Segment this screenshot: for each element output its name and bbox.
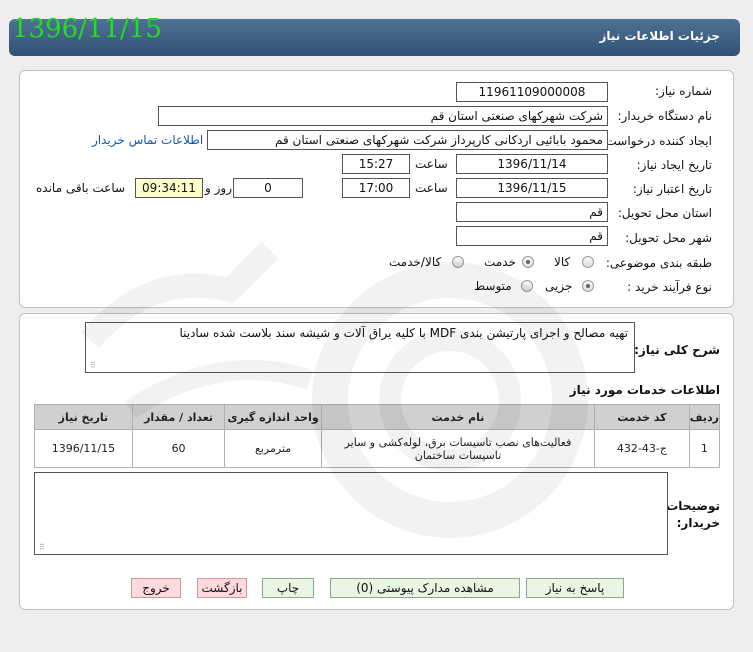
remaining-days-field: 0	[233, 178, 303, 198]
buyer-notes-textarea[interactable]: ⠿	[34, 472, 668, 555]
resize-grip-icon[interactable]: ⠿	[90, 361, 96, 370]
validity-time-label: ساعت	[415, 181, 448, 195]
created-time-field: 15:27	[342, 154, 410, 174]
col-need-date: تاریخ نیاز	[34, 404, 133, 430]
services-title: اطلاعات خدمات مورد نیاز	[569, 383, 720, 397]
category-both-label: کالا/خدمت	[389, 255, 442, 269]
days-label: روز و	[205, 181, 232, 195]
summary-label: شرح کلی نیاز:	[634, 343, 720, 357]
buyer-org-label: نام دستگاه خریدار:	[617, 109, 713, 123]
requester-label: ایجاد کننده درخواست:	[601, 134, 712, 148]
requester-field: محمود بابائیی اردکانی کارپرداز شرکت شهرک…	[207, 130, 608, 150]
created-date-field: 1396/11/14	[456, 154, 608, 174]
category-service-radio[interactable]	[522, 256, 534, 268]
process-medium-radio[interactable]	[521, 280, 533, 292]
process-minor-radio[interactable]	[582, 280, 594, 292]
cell-unit: مترمربع	[224, 429, 322, 468]
services-table: ردیف کد خدمت نام خدمت واحد اندازه گیری ت…	[34, 404, 721, 468]
created-date-label: تاریخ ایجاد نیاز:	[636, 158, 712, 172]
col-service-code: کد خدمت	[594, 404, 690, 430]
view-attachments-button[interactable]: مشاهده مدارک پیوستی (0)	[330, 578, 520, 598]
province-label: استان محل تحویل:	[617, 206, 712, 220]
remaining-label: ساعت باقی مانده	[36, 181, 126, 195]
buyer-org-field: شرکت شهرکهای صنعتی استان قم	[158, 106, 608, 126]
process-medium-label: متوسط	[474, 279, 512, 293]
category-label: طبقه بندی موضوعی:	[605, 256, 712, 270]
col-unit: واحد اندازه گیری	[224, 404, 322, 430]
process-label: نوع فرآیند خرید :	[627, 280, 712, 294]
validity-date-label: تاریخ اعتبار نیاز:	[632, 182, 712, 196]
exit-button[interactable]: خروج	[131, 578, 181, 598]
category-both-radio[interactable]	[452, 256, 464, 268]
cell-service-code: ج-43-432	[594, 429, 690, 468]
print-button[interactable]: چاپ	[262, 578, 314, 598]
services-header-row: ردیف کد خدمت نام خدمت واحد اندازه گیری ت…	[34, 404, 721, 430]
col-row: ردیف	[688, 404, 721, 430]
process-minor-label: جزیی	[545, 279, 573, 293]
category-goods-radio[interactable]	[582, 256, 594, 268]
category-goods-label: کالا	[554, 255, 571, 269]
date-stamp: 1396/11/15	[12, 14, 162, 44]
col-service-name: نام خدمت	[320, 404, 596, 430]
summary-text: تهیه مصالح و اجرای پارتیشن بندی MDF با ک…	[179, 326, 628, 340]
cell-row: 1	[688, 429, 721, 468]
reply-button[interactable]: پاسخ به نیاز	[526, 578, 624, 598]
category-service-label: خدمت	[484, 255, 516, 269]
back-button[interactable]: بازگشت	[197, 578, 247, 598]
cell-service-name: فعالیت‌های نصب تاسیسات برق، لوله‌کشی و س…	[320, 429, 596, 468]
buyer-notes-label: توضیحات خریدار:	[666, 499, 720, 530]
resize-grip-icon[interactable]: ⠿	[39, 543, 45, 552]
validity-date-field: 1396/11/15	[456, 178, 608, 198]
city-field: قم	[456, 226, 608, 246]
cell-need-date: 1396/11/15	[34, 429, 133, 468]
col-quantity: تعداد / مقدار	[131, 404, 226, 430]
city-label: شهر محل تحویل:	[625, 231, 712, 245]
need-number-field: 11961109000008	[456, 82, 608, 102]
page-title: جزئیات اطلاعات نیاز	[599, 29, 720, 43]
created-time-label: ساعت	[415, 157, 448, 171]
remaining-time-field: 09:34:11	[135, 178, 203, 198]
summary-textarea[interactable]: تهیه مصالح و اجرای پارتیشن بندی MDF با ک…	[85, 322, 635, 373]
validity-time-field: 17:00	[342, 178, 410, 198]
buyer-contact-link[interactable]: اطلاعات تماس خریدار	[92, 133, 203, 147]
cell-quantity: 60	[131, 429, 226, 468]
province-field: قم	[456, 202, 608, 222]
table-row: 1 ج-43-432 فعالیت‌های نصب تاسیسات برق، ل…	[34, 429, 721, 468]
top-bar: جزئیات اطلاعات نیاز 1396/11/15	[0, 0, 753, 70]
need-number-label: شماره نیاز:	[655, 84, 712, 98]
